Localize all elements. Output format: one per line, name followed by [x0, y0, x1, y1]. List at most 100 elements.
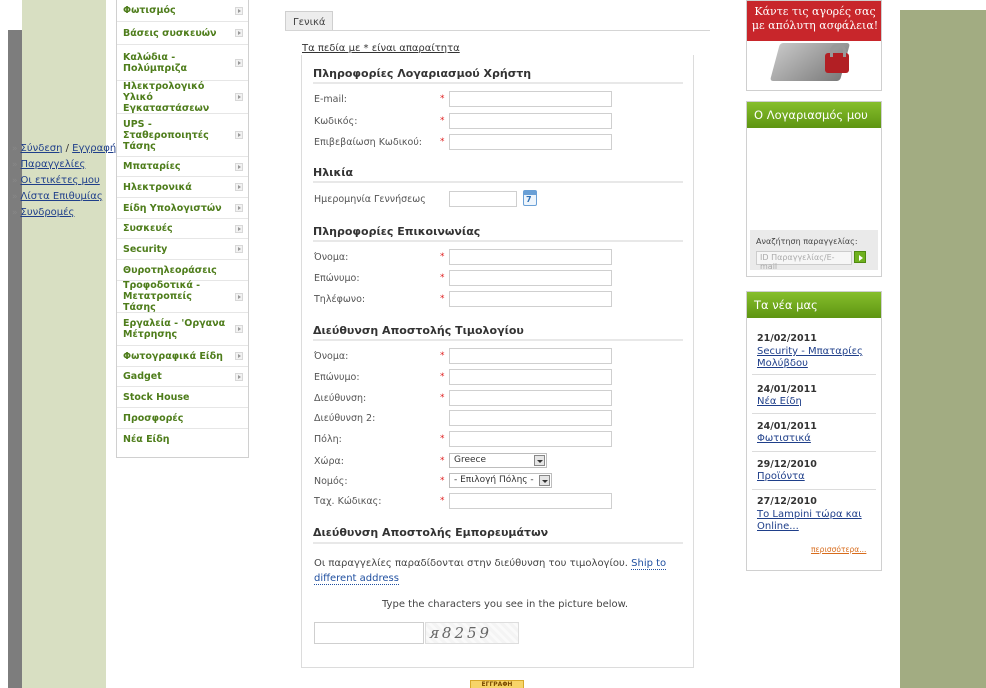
login-link[interactable]: Σύνδεση — [21, 143, 63, 154]
required-mark: * — [440, 137, 445, 147]
category-item[interactable]: Βάσεις συσκευών — [117, 22, 248, 45]
city-label: Πόλη: — [314, 434, 342, 445]
email-label: E-mail: — [314, 94, 347, 105]
page-background-right — [900, 10, 986, 688]
category-label: Security — [123, 243, 168, 255]
email-field[interactable] — [449, 91, 612, 107]
chevron-right-icon[interactable] — [235, 292, 243, 301]
calendar-icon[interactable]: 7 — [523, 190, 537, 206]
category-label: Βάσεις συσκευών — [123, 27, 217, 39]
chevron-right-icon[interactable] — [235, 183, 243, 191]
link-separator: / — [65, 143, 69, 154]
category-item[interactable]: Θυροτηλεοράσεις — [117, 260, 248, 281]
required-mark: * — [440, 434, 445, 444]
news-title-link[interactable]: Security - Μπαταρίες Μολύβδου — [757, 346, 875, 370]
category-item[interactable]: Καλώδια - Πολύμπριζα — [117, 45, 248, 81]
chevron-right-icon[interactable] — [235, 6, 243, 15]
news-title-link[interactable]: Το Lampini τώρα και Online... — [757, 509, 875, 533]
secure-shopping-banner[interactable]: Κάντε τις αγορές σας με απόλυτη ασφάλεια! — [746, 0, 882, 91]
chevron-right-icon[interactable] — [235, 245, 243, 253]
category-item[interactable]: Stock House — [117, 387, 248, 408]
chevron-right-icon[interactable] — [235, 352, 243, 360]
chevron-right-icon[interactable] — [235, 162, 243, 171]
chevron-right-icon[interactable] — [235, 29, 243, 37]
chevron-right-icon[interactable] — [235, 224, 243, 233]
billing-first-name-field[interactable] — [449, 348, 612, 364]
bullet-icon: » — [12, 176, 18, 186]
news-more-link[interactable]: περισσότερα... — [811, 545, 866, 554]
category-item[interactable]: Ηλεκτρολογικό Υλικό Εγκαταστάσεων — [117, 81, 248, 114]
confirm-password-label: Επιβεβαίωση Κωδικού: — [314, 137, 423, 148]
section-divider — [313, 240, 683, 242]
category-item[interactable]: UPS - Σταθεροποιητές Τάσης — [117, 114, 248, 157]
category-item[interactable]: Προσφορές — [117, 408, 248, 429]
register-link[interactable]: Εγγραφή — [72, 143, 116, 154]
category-item[interactable]: Ηλεκτρονικά — [117, 177, 248, 198]
prefecture-select-value: - Επιλογή Πόλης - — [454, 475, 534, 485]
account-link-tags: » Οι ετικέτες μου — [12, 175, 100, 186]
confirm-password-field[interactable] — [449, 134, 612, 150]
news-title-link[interactable]: Νέα Είδη — [757, 396, 875, 408]
city-field[interactable] — [449, 431, 612, 447]
billing-last-name-field[interactable] — [449, 369, 612, 385]
billing-address2-field[interactable] — [449, 410, 612, 426]
category-item[interactable]: Συσκευές — [117, 219, 248, 239]
banner-line-1: Κάντε τις αγορές σας — [754, 5, 876, 18]
order-search-input[interactable]: ID Παραγγελίας/E-mail — [756, 251, 852, 271]
prefecture-select[interactable]: - Επιλογή Πόλης - — [449, 473, 552, 488]
shipping-note: Οι παραγγελίες παραδίδονται στην διεύθυν… — [314, 556, 686, 586]
chevron-right-icon[interactable] — [235, 131, 243, 139]
country-select[interactable]: Greece — [449, 453, 547, 468]
register-button[interactable]: ΕΓΓΡΑΦΗ — [470, 680, 524, 688]
bullet-icon: » — [12, 192, 18, 202]
contact-last-name-field[interactable] — [449, 270, 612, 286]
tags-link[interactable]: Οι ετικέτες μου — [21, 175, 100, 186]
padlock-icon — [825, 44, 849, 73]
contact-first-name-field[interactable] — [449, 249, 612, 265]
captcha-input[interactable] — [314, 622, 424, 644]
phone-field[interactable] — [449, 291, 612, 307]
arrow-right-icon[interactable] — [854, 251, 866, 263]
required-fields-note: Τα πεδία με * είναι απαραίτητα — [302, 43, 460, 54]
zip-field[interactable] — [449, 493, 612, 509]
captcha-instruction: Type the characters you see in the pictu… — [382, 599, 629, 610]
password-field[interactable] — [449, 113, 612, 129]
category-item[interactable]: Νέα Είδη — [117, 429, 248, 450]
orders-link[interactable]: Παραγγελίες — [21, 159, 86, 170]
category-item[interactable]: Φωτογραφικά Είδη — [117, 346, 248, 367]
wishlist-link[interactable]: Λίστα Επιθυμίας — [21, 191, 103, 202]
required-mark: * — [440, 456, 445, 466]
category-item[interactable]: Φωτισμός — [117, 0, 248, 22]
tab-general[interactable]: Γενικά — [285, 11, 333, 31]
calendar-icon-day: 7 — [526, 195, 532, 204]
category-label: Ηλεκτρολογικό Υλικό Εγκαταστάσεων — [123, 80, 210, 114]
category-item[interactable]: Εργαλεία - 'Οργανα Μέτρησης — [117, 313, 248, 346]
birthdate-field[interactable] — [449, 191, 517, 207]
bullet-icon: » — [12, 160, 18, 170]
chevron-right-icon[interactable] — [235, 93, 243, 101]
chevron-right-icon[interactable] — [235, 204, 243, 212]
category-item[interactable]: Security — [117, 239, 248, 260]
section-title-account: Πληροφορίες Λογαριασμού Χρήστη — [313, 67, 532, 80]
chevron-right-icon[interactable] — [235, 58, 243, 67]
category-label: UPS - Σταθεροποιητές Τάσης — [123, 118, 209, 152]
page-edge-left — [0, 0, 8, 688]
news-title-link[interactable]: Φωτιστικά — [757, 433, 875, 445]
required-mark: * — [440, 94, 445, 104]
bullet-icon: » — [12, 144, 18, 154]
category-item[interactable]: Είδη Υπολογιστών — [117, 198, 248, 219]
category-item[interactable]: Gadget — [117, 367, 248, 387]
category-label: Εργαλεία - 'Οργανα Μέτρησης — [123, 318, 226, 340]
category-item[interactable]: Τροφοδοτικά - Μετατροπείς Τάσης — [117, 280, 248, 313]
chevron-down-icon[interactable] — [539, 475, 550, 486]
news-title-link[interactable]: Προϊόντα — [757, 471, 875, 483]
category-label: Είδη Υπολογιστών — [123, 202, 222, 214]
subscriptions-link[interactable]: Συνδρομές — [21, 207, 75, 218]
category-item[interactable]: Μπαταρίες — [117, 157, 248, 177]
chevron-right-icon[interactable] — [235, 372, 243, 381]
chevron-right-icon[interactable] — [235, 325, 243, 333]
news-date: 27/12/2010 — [757, 496, 817, 507]
banner-line-2: με απόλυτη ασφάλεια! — [751, 19, 879, 32]
chevron-down-icon[interactable] — [534, 455, 545, 466]
billing-address-field[interactable] — [449, 390, 612, 406]
